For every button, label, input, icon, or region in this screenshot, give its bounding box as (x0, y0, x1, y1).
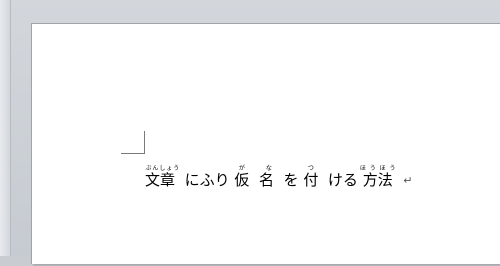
base-text: 文章 (145, 171, 176, 189)
text-boundary-corner-mark (121, 131, 145, 154)
document-page[interactable] (31, 23, 500, 264)
furigana: ぶんしょう (145, 165, 180, 172)
base-text: 名 (258, 171, 274, 189)
paragraph-mark-icon: ↵ (403, 174, 413, 187)
document-text-line[interactable]: 文章 ぶんしょう にふり 仮 が 名 な を 付 つ ける 方法 ほうほう ↵ (145, 165, 413, 201)
ruby-text-na[interactable]: 名 な (258, 165, 284, 189)
base-text: 方法 (362, 171, 393, 189)
plain-text: を (283, 171, 299, 189)
plain-text: にふり (184, 171, 230, 189)
base-text: 付 (303, 171, 319, 189)
ruby-text-ka[interactable]: 仮 が (230, 165, 259, 189)
furigana: な (258, 165, 279, 172)
base-text: 仮 (234, 171, 250, 189)
furigana: つ (298, 165, 324, 172)
plain-text: ける (327, 171, 358, 189)
furigana: が (229, 165, 255, 172)
left-scroll-gutter (0, 0, 11, 256)
furigana: ほうほう (357, 165, 398, 172)
document-workspace: 文章 ぶんしょう にふり 仮 が 名 な を 付 つ ける 方法 ほうほう ↵ (0, 0, 500, 266)
ruby-text-tsu[interactable]: 付 つ (299, 165, 328, 189)
ruby-text-bunsho[interactable]: 文章 ぶんしょう (145, 165, 185, 189)
ruby-text-houhou[interactable]: 方法 ほうほう (358, 165, 402, 189)
